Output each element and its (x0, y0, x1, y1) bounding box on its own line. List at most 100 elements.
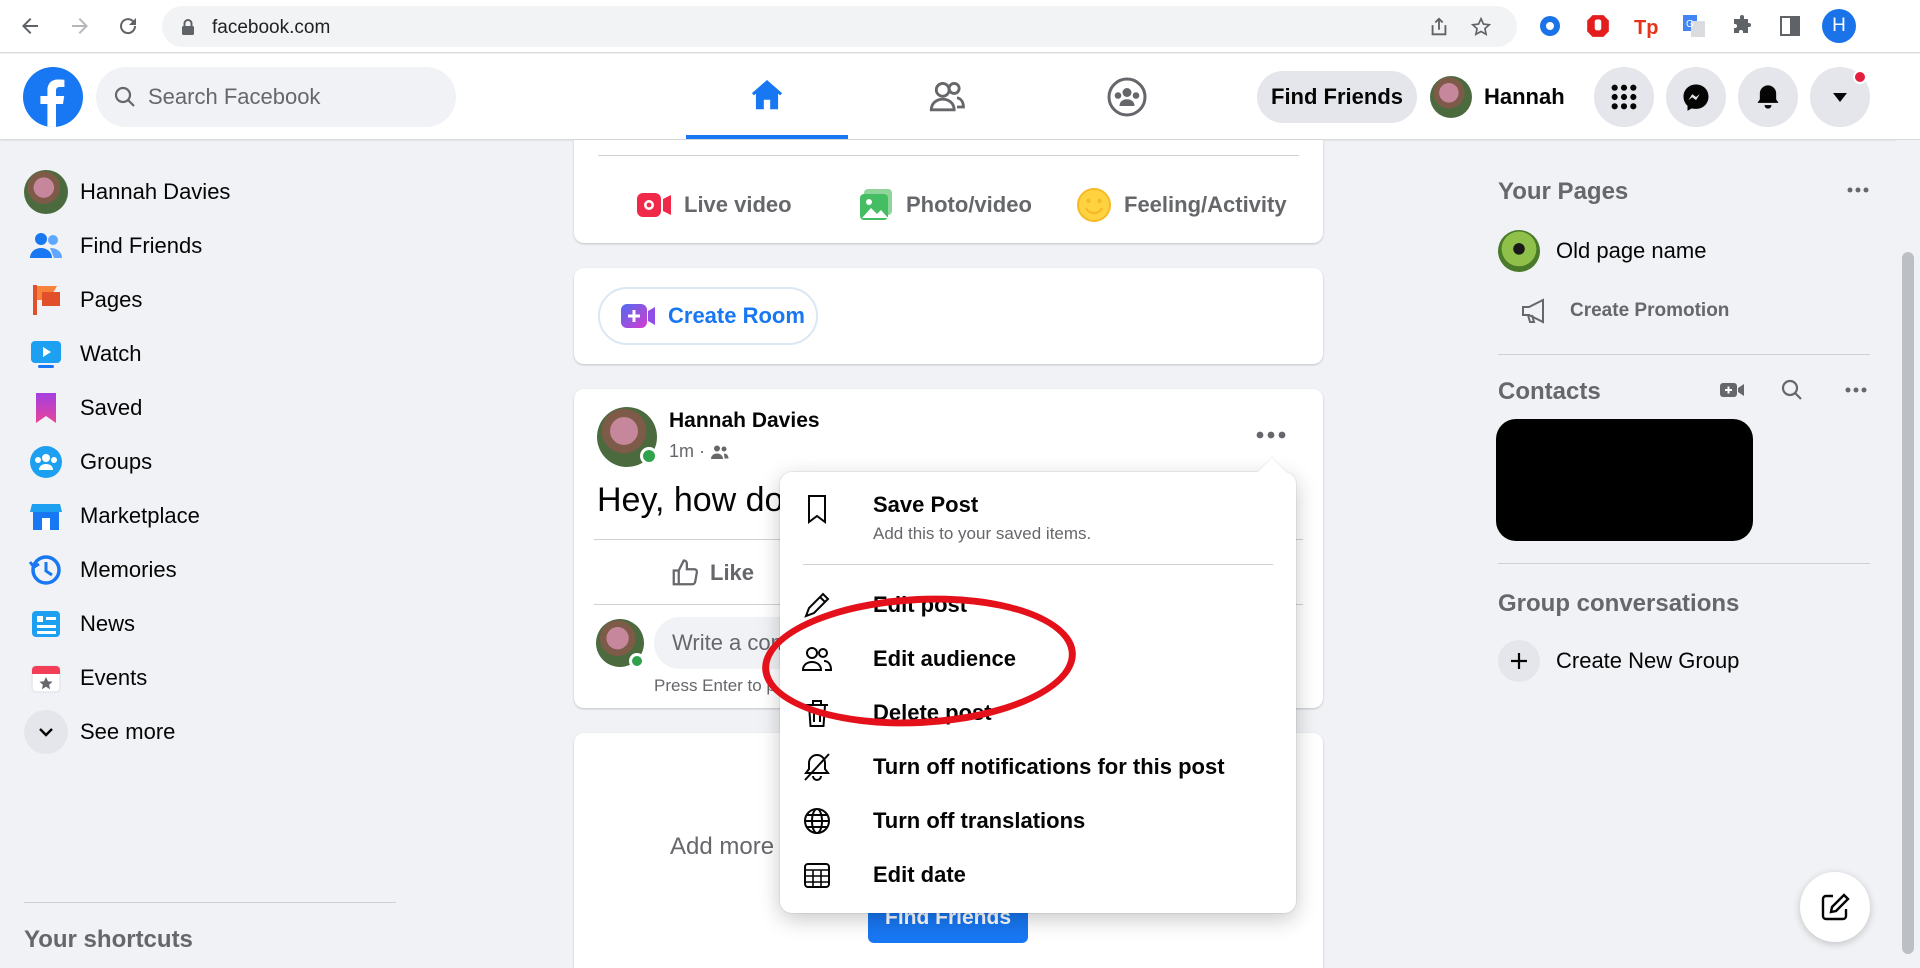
megaphone-icon (1522, 298, 1544, 324)
menu-item-label: Edit post (873, 592, 968, 617)
friends-icon (929, 81, 965, 111)
compose-edit-icon (1821, 893, 1850, 921)
saved-bookmark-icon (24, 386, 68, 430)
extension-blue-icon[interactable] (1536, 12, 1564, 40)
create-promotion-button[interactable]: Create Promotion (1520, 298, 1729, 324)
menu-item-delete-post[interactable]: Delete post (800, 686, 1276, 740)
like-button[interactable]: Like (670, 553, 754, 593)
sidebar-item-label: Groups (80, 449, 153, 474)
menu-item-subtitle: Add this to your saved items. (873, 524, 1092, 543)
caret-down-icon (1833, 93, 1847, 102)
your-pages-options-button[interactable] (1838, 172, 1878, 208)
menu-item-turn-off-translations[interactable]: Turn off translations (800, 794, 1276, 848)
photo-video-label: Photo/video (906, 192, 1032, 217)
menu-item-edit-audience[interactable]: Edit audience (800, 632, 1276, 686)
press-enter-hint: Press Enter to p (654, 676, 776, 695)
post-author-name[interactable]: Hannah Davies (669, 409, 820, 433)
contacts-options-button[interactable] (1836, 372, 1876, 408)
notifications-button[interactable] (1738, 67, 1798, 127)
create-room-button[interactable]: Create Room (598, 287, 818, 345)
page-item-old-page[interactable]: Old page name (1498, 230, 1706, 272)
facebook-header: Find Friends Hannah (0, 54, 1920, 139)
search-bar[interactable] (96, 67, 456, 127)
sidebar-item-find-friends[interactable]: Find Friends (12, 218, 402, 274)
tab-home[interactable] (686, 54, 848, 139)
browser-toolbar: facebook.com Tp G H (0, 0, 1920, 53)
home-icon (751, 79, 783, 109)
photo-video-button[interactable]: Photo/video (858, 180, 1032, 230)
messenger-icon (1683, 84, 1709, 111)
extensions-puzzle-icon[interactable] (1728, 12, 1756, 40)
sidebar-item-profile[interactable]: Hannah Davies (12, 164, 402, 220)
sidebar-item-see-more[interactable]: See more (12, 704, 402, 760)
profile-name: Hannah (1484, 84, 1565, 109)
search-contacts-button[interactable] (1772, 372, 1812, 408)
sidebar-item-events[interactable]: Events (12, 650, 402, 706)
sidebar-item-marketplace[interactable]: Marketplace (12, 488, 402, 544)
more-dots-icon (1256, 431, 1286, 439)
search-icon (114, 86, 135, 107)
create-new-group-button[interactable]: Create New Group (1498, 640, 1739, 682)
scrollbar-thumb[interactable] (1902, 252, 1914, 954)
post-options-button[interactable] (1246, 417, 1296, 453)
facebook-logo[interactable] (23, 67, 83, 127)
messenger-button[interactable] (1666, 67, 1726, 127)
sidebar-item-groups[interactable]: Groups (12, 434, 402, 490)
tab-friends[interactable] (866, 54, 1028, 139)
side-panel-icon[interactable] (1776, 12, 1804, 40)
more-dots-icon (1847, 187, 1869, 193)
menu-item-label: Edit date (873, 862, 966, 887)
menu-item-edit-date[interactable]: Edit date (800, 848, 1276, 902)
extension-tp-icon[interactable]: Tp (1632, 12, 1660, 40)
page-scrollbar[interactable] (1896, 140, 1920, 968)
groups-icon (1107, 77, 1147, 116)
sidebar-item-watch[interactable]: Watch (12, 326, 402, 382)
chrome-profile-avatar[interactable]: H (1822, 9, 1856, 43)
live-video-button[interactable]: Live video (636, 180, 792, 230)
find-friends-button[interactable]: Find Friends (1257, 71, 1417, 123)
watch-play-icon (24, 332, 68, 376)
sidebar-item-memories[interactable]: Memories (12, 542, 402, 598)
redacted-contact-block (1496, 419, 1753, 541)
menu-item-edit-post[interactable]: Edit post (800, 578, 1276, 632)
new-message-button[interactable] (1800, 872, 1870, 942)
globe-icon (800, 804, 834, 838)
shortcuts-heading: Your shortcuts (24, 926, 193, 953)
contacts-heading: Contacts (1498, 378, 1601, 405)
back-icon[interactable] (14, 10, 46, 42)
share-icon[interactable] (1428, 16, 1450, 38)
menu-item-turn-off-notifications[interactable]: Turn off notifications for this post (800, 740, 1276, 794)
sidebar-item-label: News (80, 611, 136, 636)
news-icon (24, 602, 68, 646)
star-bookmark-icon[interactable] (1470, 16, 1492, 38)
sidebar-item-pages[interactable]: Pages (12, 272, 402, 328)
rooms-card: Create Room (574, 268, 1323, 364)
reload-icon[interactable] (112, 10, 144, 42)
menu-item-label: Save Post (873, 492, 979, 517)
sidebar-item-saved[interactable]: Saved (12, 380, 402, 436)
extension-translate-icon[interactable]: G (1680, 12, 1708, 40)
sidebar-item-label: Marketplace (80, 503, 200, 528)
memories-clock-icon (24, 548, 68, 592)
menu-item-label: Turn off translations (873, 808, 1086, 833)
feeling-activity-button[interactable]: Feeling/Activity (1076, 180, 1287, 230)
extension-red-hand-icon[interactable] (1584, 12, 1612, 40)
calendar-grid-icon (800, 858, 834, 892)
new-room-button[interactable] (1712, 372, 1752, 408)
grid-menu-icon (1611, 84, 1637, 110)
address-bar[interactable]: facebook.com (162, 6, 1517, 47)
menu-grid-button[interactable] (1594, 67, 1654, 127)
audience-people-icon (800, 642, 834, 676)
post-time-text: 1m · (669, 441, 705, 461)
sidebar-item-news[interactable]: News (12, 596, 402, 652)
forward-icon[interactable] (64, 10, 96, 42)
menu-item-save-post[interactable]: Save Post Add this to your saved items. (800, 478, 1276, 562)
feeling-activity-label: Feeling/Activity (1124, 192, 1287, 217)
tab-groups[interactable] (1046, 54, 1208, 139)
sidebar-item-label: Memories (80, 557, 177, 582)
search-input[interactable] (148, 67, 443, 127)
sidebar-item-label: Pages (80, 287, 143, 312)
create-new-group-label: Create New Group (1556, 648, 1740, 673)
menu-item-label: Edit audience (873, 646, 1017, 671)
profile-button[interactable]: Hannah (1430, 71, 1565, 123)
